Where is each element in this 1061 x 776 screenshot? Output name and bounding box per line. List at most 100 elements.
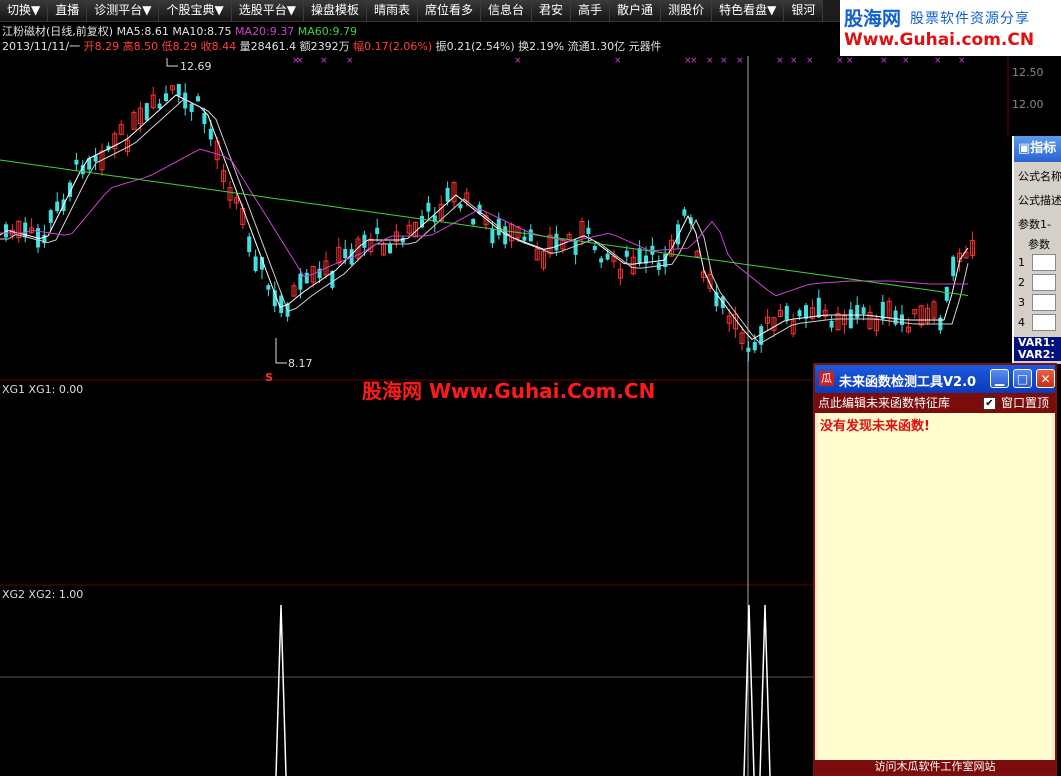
signal-marker: × — [806, 56, 814, 66]
candle-body — [490, 228, 495, 244]
ma60-line — [0, 159, 969, 296]
candle-body — [599, 258, 604, 263]
param-input-1[interactable] — [1032, 254, 1056, 271]
sell-signal-label: S — [265, 371, 273, 384]
low-annotation-label: 8.17 — [288, 357, 313, 370]
param-input-4[interactable] — [1032, 314, 1056, 331]
candle-body — [304, 272, 309, 284]
low-annotation-line — [275, 338, 287, 364]
signal-marker: × — [296, 56, 304, 66]
candle-body — [164, 93, 168, 102]
candle-body — [375, 227, 380, 235]
high-annotation-label: 12.69 — [180, 60, 212, 73]
formula-editor[interactable]: VAR1: VAR2: — [1014, 337, 1061, 361]
signal-marker: × — [514, 56, 522, 66]
candle-body — [48, 210, 53, 223]
candle-body — [426, 202, 431, 212]
candle-body — [253, 256, 258, 271]
ma5-line — [0, 94, 969, 341]
candle-body — [624, 250, 629, 257]
candle-body — [343, 248, 348, 259]
signal-marker: × — [720, 56, 728, 66]
param-row-4: 4 — [1018, 315, 1025, 329]
signal-marker: × — [706, 56, 714, 66]
xg2-spikes — [275, 604, 771, 776]
candle-body — [944, 286, 949, 301]
candle-body — [55, 201, 60, 212]
signal-markers-group: ×× × × × × ×× × × × × × × × × × × × × — [292, 56, 966, 66]
candle-body — [861, 307, 866, 314]
formula-name-label: 公式名称 — [1018, 170, 1061, 183]
candle-body — [804, 305, 808, 319]
tool-window-title: 未来函数检测工具V2.0 — [839, 375, 977, 390]
signal-marker: × — [934, 56, 942, 66]
candle-body — [528, 229, 533, 242]
app-icon: 瓜 — [819, 371, 834, 386]
candle-body — [816, 297, 821, 318]
future-function-tool-window[interactable]: 瓜 未来函数检测工具V2.0 ▁ □ ✕ 点此编辑未来函数特征库 ✔ 窗口置顶 … — [813, 363, 1057, 776]
candle-body — [586, 227, 591, 234]
indicator-window[interactable]: ▣指标 公式名称 公式描述 参数1- 参数 1 2 3 4 VAR1: VAR2: — [1012, 136, 1061, 364]
xg2-pane-label: XG2 XG2: 1.00 — [2, 588, 84, 601]
candle-body — [503, 226, 508, 245]
candle-body — [829, 320, 834, 328]
visit-website-link[interactable]: 访问木瓜软件工作室网站 — [815, 760, 1055, 774]
candle-body — [247, 236, 252, 253]
candle-body — [458, 204, 463, 209]
candle-body — [682, 209, 687, 216]
params-tab[interactable]: 参数1- — [1014, 216, 1061, 232]
xg2-spike — [275, 604, 287, 776]
candle-body — [746, 347, 751, 352]
param-input-3[interactable] — [1032, 294, 1056, 311]
candle-body — [522, 236, 527, 241]
candle-body — [855, 304, 860, 319]
xg1-pane-label: XG1 XG1: 0.00 — [2, 383, 84, 396]
signal-marker: × — [320, 56, 328, 66]
candle-body — [176, 83, 181, 96]
watermark-text: 股海网 Www.Guhai.Com.CN — [362, 379, 656, 403]
tool-window-titlebar[interactable]: 瓜 未来函数检测工具V2.0 ▁ □ ✕ — [815, 365, 1055, 393]
indicator-window-title[interactable]: ▣指标 — [1014, 136, 1061, 162]
topmost-label: 窗口置顶 — [1001, 396, 1050, 410]
edit-library-link[interactable]: 点此编辑未来函数特征库 — [818, 396, 950, 410]
candle-body — [951, 256, 956, 277]
signal-marker: × — [346, 56, 354, 66]
candle-body — [266, 285, 271, 290]
params-header: 参数 — [1028, 238, 1050, 251]
candle-body — [592, 245, 597, 251]
param-input-2[interactable] — [1032, 274, 1056, 291]
candle-body — [298, 273, 303, 290]
candle-body — [388, 243, 392, 254]
candle-body — [554, 233, 559, 251]
candle-body — [637, 248, 642, 264]
var2-line: VAR2: — [1018, 348, 1055, 361]
candle-body — [74, 159, 79, 165]
signal-marker: × — [880, 56, 888, 66]
tool-window-menubar: 点此编辑未来函数特征库 ✔ 窗口置顶 — [815, 393, 1055, 413]
candle-body — [445, 187, 450, 202]
price-label-1: 12.50 — [1012, 66, 1044, 79]
candle-body — [157, 103, 162, 109]
topmost-checkbox[interactable]: ✔ — [983, 397, 996, 410]
candle-body — [797, 310, 802, 317]
xg2-spike — [743, 604, 755, 776]
signal-marker: × — [690, 56, 698, 66]
candle-body — [202, 113, 207, 125]
close-button[interactable]: ✕ — [1036, 369, 1055, 388]
param-row-1: 1 — [1018, 255, 1025, 269]
candle-body — [144, 103, 149, 121]
maximize-button[interactable]: □ — [1013, 369, 1032, 388]
candle-body — [784, 305, 789, 320]
signal-marker: × — [790, 56, 798, 66]
signal-marker: × — [846, 56, 854, 66]
indicator-title-text: 指标 — [1030, 141, 1057, 156]
signal-marker: × — [736, 56, 744, 66]
result-area: 没有发现未来函数! — [818, 413, 1052, 761]
candle-body — [676, 224, 680, 245]
candle-body — [605, 253, 610, 260]
signal-marker: × — [958, 56, 966, 66]
candle-body — [471, 218, 476, 225]
minimize-button[interactable]: ▁ — [990, 369, 1009, 388]
formula-desc-label: 公式描述 — [1018, 194, 1061, 207]
candle-body — [208, 128, 213, 140]
